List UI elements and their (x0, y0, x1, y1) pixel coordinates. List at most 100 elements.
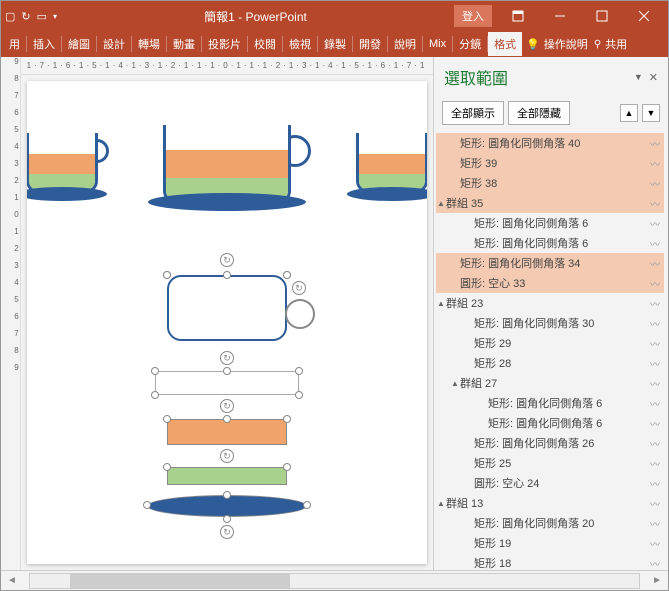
rotate-handle-icon[interactable]: ↻ (220, 525, 234, 539)
shape-rect[interactable] (167, 467, 287, 485)
rotate-handle-icon[interactable]: ↻ (220, 399, 234, 413)
shape-ring[interactable] (285, 299, 315, 329)
show-all-button[interactable]: 全部顯示 (442, 101, 504, 125)
tree-item[interactable]: 矩形 28〰 (436, 353, 664, 373)
tell-me[interactable]: 操作說明 (544, 36, 588, 52)
close-button[interactable] (624, 2, 664, 30)
tree-item[interactable]: 矩形: 圓角化同側角落 20〰 (436, 513, 664, 533)
visibility-icon[interactable]: 〰 (646, 316, 664, 331)
ribbon-options-button[interactable] (498, 2, 538, 30)
tree-item[interactable]: 矩形: 圓角化同側角落 40〰 (436, 133, 664, 153)
visibility-icon[interactable]: 〰 (646, 396, 664, 411)
visibility-icon[interactable]: 〰 (646, 136, 664, 151)
pane-close-icon[interactable]: ✕ (649, 71, 658, 84)
tree-item-label: 圓形: 空心 33 (460, 275, 646, 291)
cup-shape[interactable] (147, 111, 307, 211)
ribbon-tab[interactable]: 繪圖 (62, 32, 96, 56)
visibility-icon[interactable]: 〰 (646, 556, 664, 571)
login-badge[interactable]: 登入 (454, 5, 492, 27)
visibility-icon[interactable]: 〰 (646, 156, 664, 171)
ribbon-tab[interactable]: 設計 (97, 32, 131, 56)
visibility-icon[interactable]: 〰 (646, 436, 664, 451)
tree-item[interactable]: 圓形: 空心 33〰 (436, 273, 664, 293)
visibility-icon[interactable]: 〰 (646, 496, 664, 511)
cup-shape[interactable] (347, 121, 427, 201)
tree-item[interactable]: 矩形 25〰 (436, 453, 664, 473)
ribbon-tab[interactable]: 轉場 (132, 32, 166, 56)
ribbon-tab[interactable]: 投影片 (202, 32, 247, 56)
tree-item[interactable]: 矩形: 圓角化同側角落 26〰 (436, 433, 664, 453)
visibility-icon[interactable]: 〰 (646, 376, 664, 391)
visibility-icon[interactable]: 〰 (646, 296, 664, 311)
ribbon-tab[interactable]: Mix (423, 34, 452, 54)
twisty-icon[interactable]: ▲ (436, 199, 446, 208)
visibility-icon[interactable]: 〰 (646, 336, 664, 351)
visibility-icon[interactable]: 〰 (646, 536, 664, 551)
ribbon-tab[interactable]: 錄製 (318, 32, 352, 56)
horizontal-scrollbar[interactable] (29, 573, 640, 589)
tree-item[interactable]: ▲群組 27〰 (436, 373, 664, 393)
tree-item[interactable]: 矩形: 圓角化同側角落 6〰 (436, 233, 664, 253)
scroll-right-icon[interactable]: ► (646, 575, 668, 586)
selection-tree[interactable]: 矩形: 圓角化同側角落 40〰矩形 39〰矩形 38〰▲群組 35〰矩形: 圓角… (434, 131, 668, 570)
ribbon-tab[interactable]: 校閱 (248, 32, 282, 56)
minimize-button[interactable] (540, 2, 580, 30)
share-button[interactable]: 共用 (605, 36, 627, 52)
tree-item[interactable]: 矩形: 圓角化同側角落 6〰 (436, 393, 664, 413)
tree-item[interactable]: ▲群組 23〰 (436, 293, 664, 313)
rotate-handle-icon[interactable]: ↻ (220, 253, 234, 267)
ribbon-tab[interactable]: 開發 (353, 32, 387, 56)
tree-item-label: 群組 27 (460, 375, 646, 391)
tree-item[interactable]: 矩形 29〰 (436, 333, 664, 353)
start-slideshow-icon[interactable]: ▭ (37, 10, 47, 23)
save-icon[interactable]: ▢ (5, 10, 15, 23)
tree-item[interactable]: 矩形: 圓角化同側角落 6〰 (436, 213, 664, 233)
twisty-icon[interactable]: ▲ (436, 299, 446, 308)
tree-item[interactable]: 矩形 38〰 (436, 173, 664, 193)
visibility-icon[interactable]: 〰 (646, 256, 664, 271)
ribbon-tab[interactable]: 動畫 (167, 32, 201, 56)
visibility-icon[interactable]: 〰 (646, 476, 664, 491)
maximize-button[interactable] (582, 2, 622, 30)
slide-canvas[interactable]: ↻ ↻ ↻ ↻ ↻ (27, 81, 427, 564)
tree-item[interactable]: 矩形: 圓角化同側角落 34〰 (436, 253, 664, 273)
shape-rounded-rect[interactable] (167, 275, 287, 341)
visibility-icon[interactable]: 〰 (646, 176, 664, 191)
move-up-button[interactable]: ▲ (620, 104, 638, 122)
ribbon-tab[interactable]: 用 (3, 32, 26, 56)
visibility-icon[interactable]: 〰 (646, 196, 664, 211)
cup-shape[interactable] (27, 121, 107, 201)
tree-item[interactable]: 矩形: 圓角化同側角落 30〰 (436, 313, 664, 333)
visibility-icon[interactable]: 〰 (646, 456, 664, 471)
ribbon-tab[interactable]: 插入 (27, 32, 61, 56)
rotate-handle-icon[interactable]: ↻ (220, 449, 234, 463)
ribbon-tab[interactable]: 分鏡 (453, 32, 487, 56)
twisty-icon[interactable]: ▲ (450, 379, 460, 388)
hide-all-button[interactable]: 全部隱藏 (508, 101, 570, 125)
tree-item-label: 矩形: 圓角化同側角落 6 (488, 395, 646, 411)
ribbon-tab[interactable]: 檢視 (283, 32, 317, 56)
visibility-icon[interactable]: 〰 (646, 416, 664, 431)
ribbon-tab[interactable]: 格式 (488, 32, 522, 56)
visibility-icon[interactable]: 〰 (646, 356, 664, 371)
tree-item[interactable]: ▲群組 35〰 (436, 193, 664, 213)
twisty-icon[interactable]: ▲ (436, 499, 446, 508)
tree-item[interactable]: ▲群組 13〰 (436, 493, 664, 513)
rotate-handle-icon[interactable]: ↻ (220, 351, 234, 365)
scroll-left-icon[interactable]: ◄ (1, 575, 23, 586)
rotate-handle-icon[interactable]: ↻ (292, 281, 306, 295)
tree-item[interactable]: 矩形 39〰 (436, 153, 664, 173)
tree-item[interactable]: 矩形 19〰 (436, 533, 664, 553)
ribbon-tab[interactable]: 說明 (388, 32, 422, 56)
redo-icon[interactable]: ↻ (21, 10, 30, 23)
visibility-icon[interactable]: 〰 (646, 276, 664, 291)
tree-item[interactable]: 矩形 18〰 (436, 553, 664, 570)
visibility-icon[interactable]: 〰 (646, 516, 664, 531)
tree-item[interactable]: 圓形: 空心 24〰 (436, 473, 664, 493)
visibility-icon[interactable]: 〰 (646, 236, 664, 251)
visibility-icon[interactable]: 〰 (646, 216, 664, 231)
move-down-button[interactable]: ▼ (642, 104, 660, 122)
pane-menu-icon[interactable]: ▼ (634, 72, 643, 82)
tree-item[interactable]: 矩形: 圓角化同側角落 6〰 (436, 413, 664, 433)
selected-shapes[interactable]: ↻ ↻ ↻ ↻ ↻ (137, 271, 317, 551)
